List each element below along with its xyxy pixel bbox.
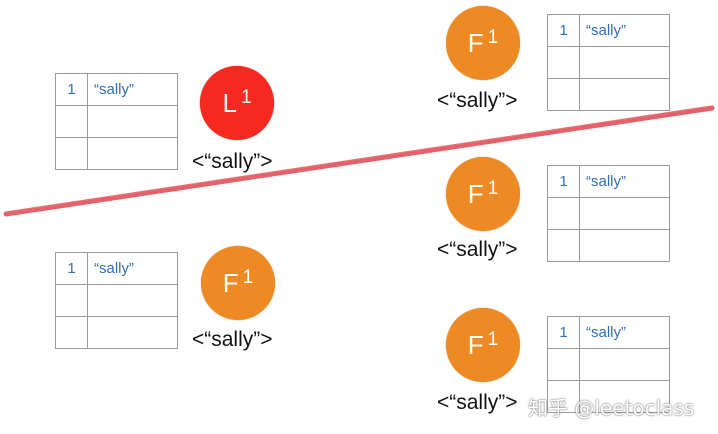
node-value-label: <“sally”> — [192, 150, 273, 173]
log-row: 1 “sally” — [55, 73, 178, 106]
follower-node: F1 — [201, 246, 275, 320]
log-row — [547, 46, 670, 79]
log-row: 1 “sally” — [547, 316, 670, 349]
log-value — [579, 348, 670, 381]
log-value — [87, 137, 178, 170]
log-index — [55, 316, 88, 349]
leader-node: L1 — [200, 66, 274, 140]
node-role: F — [467, 329, 484, 360]
log-index — [55, 284, 88, 317]
log-index: 1 — [55, 252, 88, 285]
node-term: 1 — [240, 87, 252, 108]
follower-node: F1 — [446, 157, 520, 231]
log-index — [547, 46, 580, 79]
log-row — [55, 284, 178, 317]
log-index: 1 — [547, 14, 580, 47]
node-value-label: <“sally”> — [437, 89, 518, 112]
log-table-follower: 1 “sally” — [547, 165, 670, 262]
node-value-label: <“sally”> — [192, 328, 273, 351]
log-row — [55, 137, 178, 170]
node-role: L — [222, 87, 237, 118]
log-value: “sally” — [87, 73, 178, 106]
raft-partition-diagram: 1 “sally” L1 <“sally”> 1 “sally” F1 <“sa… — [0, 0, 718, 434]
node-term: 1 — [487, 27, 499, 48]
log-value — [579, 229, 670, 262]
log-index: 1 — [547, 316, 580, 349]
log-value: “sally” — [579, 14, 670, 47]
log-index — [547, 348, 580, 381]
log-index — [55, 137, 88, 170]
log-row: 1 “sally” — [55, 252, 178, 285]
log-row — [547, 229, 670, 262]
follower-node: F1 — [446, 308, 520, 382]
log-index — [547, 197, 580, 230]
log-index — [547, 229, 580, 262]
log-value — [579, 46, 670, 79]
log-row — [55, 105, 178, 138]
node-term: 1 — [487, 178, 499, 199]
log-value: “sally” — [579, 165, 670, 198]
log-row — [547, 197, 670, 230]
log-index — [547, 78, 580, 111]
follower-node: F1 — [446, 6, 520, 80]
watermark: 知乎 @leetoclass — [528, 396, 695, 420]
log-value — [579, 78, 670, 111]
log-value: “sally” — [87, 252, 178, 285]
log-row: 1 “sally” — [547, 165, 670, 198]
log-index: 1 — [547, 165, 580, 198]
node-term: 1 — [487, 329, 499, 350]
node-value-label: <“sally”> — [437, 391, 518, 414]
log-value: “sally” — [579, 316, 670, 349]
log-row: 1 “sally” — [547, 14, 670, 47]
node-role: F — [467, 27, 484, 58]
node-term: 1 — [242, 267, 254, 288]
log-index: 1 — [55, 73, 88, 106]
node-role: F — [467, 178, 484, 209]
node-value-label: <“sally”> — [437, 238, 518, 261]
log-table-follower: 1 “sally” — [547, 14, 670, 111]
log-table-follower: 1 “sally” — [55, 252, 178, 349]
log-value — [87, 316, 178, 349]
log-row — [547, 78, 670, 111]
log-row — [547, 348, 670, 381]
log-index — [55, 105, 88, 138]
log-row — [55, 316, 178, 349]
log-table-leader: 1 “sally” — [55, 73, 178, 170]
log-value — [87, 105, 178, 138]
log-value — [87, 284, 178, 317]
log-value — [579, 197, 670, 230]
node-role: F — [222, 267, 239, 298]
